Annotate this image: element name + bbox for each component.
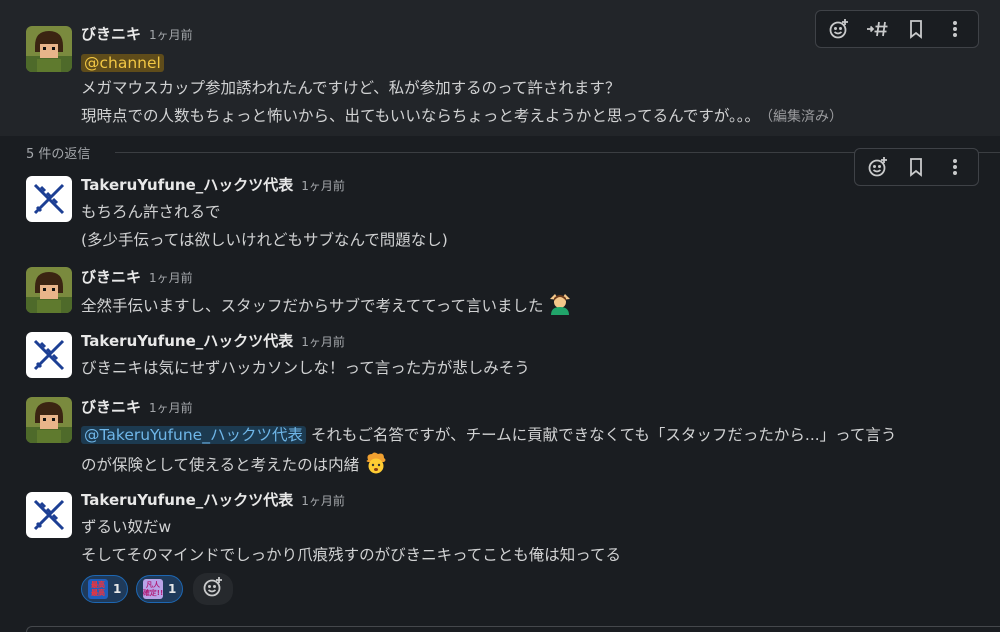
message-text: もちろん許されるで	[81, 203, 221, 221]
reply-message[interactable]: びきニキ 1ヶ月前 @TakeruYufune_ハックツ代表 それもご名答ですが…	[0, 390, 1000, 485]
custom-emoji-bonjin-kakutei: 凡人 確定!!	[142, 579, 164, 599]
avatar[interactable]	[26, 267, 72, 313]
avatar[interactable]	[26, 332, 72, 378]
reaction-count: 1	[113, 582, 122, 596]
reaction-pill[interactable]: 凡人 確定!! 1	[136, 575, 184, 603]
author-name[interactable]: TakeruYufune_ハックツ代表	[81, 489, 293, 510]
person-gesturing-ok-emoji	[548, 293, 572, 321]
timestamp[interactable]: 1ヶ月前	[301, 492, 345, 509]
message-text: ずるい奴だw	[81, 518, 172, 536]
avatar[interactable]	[26, 492, 72, 538]
message-text: それもご名答ですが、チームに貢献できなくても「スタッフだったから...」って言う	[310, 426, 897, 444]
message-text: 全然手伝いますし、スタッフだからサブで考えててって言いました	[81, 297, 544, 315]
edited-label: （編集済み）	[766, 109, 844, 125]
reply-message[interactable]: びきニキ 1ヶ月前 全然手伝いますし、スタッフだからサブで考えててって言いました	[0, 260, 1000, 320]
add-reaction-icon[interactable]	[820, 13, 859, 45]
add-reaction-icon	[202, 576, 224, 602]
message-text: メガマウスカップ参加誘われたんですけど、私が参加するのって許されます？	[81, 79, 621, 97]
author-name[interactable]: TakeruYufune_ハックツ代表	[81, 174, 293, 195]
message-text: そしてそのマインドでしっかり爪痕残すのがびきニキってことも俺は知ってる	[81, 546, 622, 564]
timestamp[interactable]: 1ヶ月前	[149, 26, 193, 43]
reaction-pill[interactable]: 最高 最高 1	[81, 575, 129, 603]
message-text: (多少手伝っては欲しいけれどもサブなんで問題なし)	[81, 231, 448, 249]
timestamp[interactable]: 1ヶ月前	[301, 333, 345, 350]
author-name[interactable]: びきニキ	[81, 23, 141, 44]
avatar[interactable]	[26, 26, 72, 72]
more-actions-icon[interactable]	[936, 13, 975, 45]
message-actions-toolbar	[815, 10, 979, 48]
author-name[interactable]: TakeruYufune_ハックツ代表	[81, 330, 293, 351]
exploding-head-emoji	[364, 452, 388, 480]
composer-edge	[26, 626, 1000, 632]
channel-mention[interactable]: @channel	[81, 54, 164, 72]
reply-message[interactable]: TakeruYufune_ハックツ代表 1ヶ月前 ずるい奴だw そしてそのマイン…	[0, 485, 1000, 631]
timestamp[interactable]: 1ヶ月前	[149, 269, 193, 286]
custom-emoji-saikou: 最高 最高	[88, 579, 108, 599]
add-reaction-button[interactable]	[193, 573, 233, 605]
avatar[interactable]	[26, 176, 72, 222]
message-text: 現時点での人数もちょっと怖いから、出てもいいならちょっと考えようかと思ってるんで…	[81, 107, 761, 125]
author-name[interactable]: びきニキ	[81, 266, 141, 287]
reaction-count: 1	[168, 582, 177, 596]
avatar[interactable]	[26, 397, 72, 443]
user-mention[interactable]: @TakeruYufune_ハックツ代表	[81, 426, 306, 444]
author-name[interactable]: びきニキ	[81, 396, 141, 417]
reply-message[interactable]: TakeruYufune_ハックツ代表 1ヶ月前 もちろん許されるで (多少手伝…	[0, 160, 1000, 260]
bookmark-icon[interactable]	[897, 13, 936, 45]
message-text: のが保険として使えると考えたのは内緒	[81, 456, 360, 474]
message-text: びきニキは気にせずハッカソンしな！って言った方が悲しみそう	[81, 359, 530, 377]
reply-in-channel-icon[interactable]	[859, 13, 898, 45]
reply-message[interactable]: TakeruYufune_ハックツ代表 1ヶ月前 びきニキは気にせずハッカソンし…	[0, 320, 1000, 390]
timestamp[interactable]: 1ヶ月前	[301, 177, 345, 194]
timestamp[interactable]: 1ヶ月前	[149, 399, 193, 416]
